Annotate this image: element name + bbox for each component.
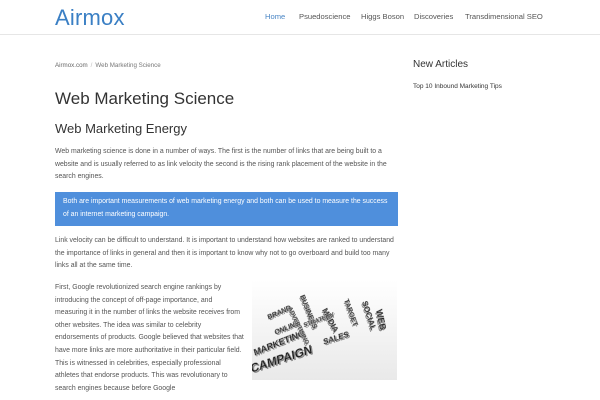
nav-item-psuedoscience[interactable]: Psuedoscience <box>299 12 351 21</box>
nav-item-discoveries[interactable]: Discoveries <box>414 12 453 21</box>
article-paragraph-1: Web marketing science is done in a numbe… <box>55 148 387 181</box>
article-subtitle: Web Marketing Energy <box>55 121 187 136</box>
breadcrumb: Airmox.com / Web Marketing Science <box>55 62 161 69</box>
breadcrumb-current: Web Marketing Science <box>95 62 161 69</box>
nav-item-transdimensional-seo[interactable]: Transdimensional SEO <box>465 12 543 21</box>
sidebar-article-link[interactable]: Top 10 Inbound Marketing Tips <box>413 83 502 90</box>
site-header: Airmox Home Psuedoscience Higgs Boson Di… <box>0 0 600 35</box>
breadcrumb-home-link[interactable]: Airmox.com <box>55 62 88 69</box>
article-paragraph-3: First, Google revolutionized search engi… <box>55 284 244 392</box>
site-logo[interactable]: Airmox <box>55 5 125 31</box>
breadcrumb-separator: / <box>90 62 93 69</box>
sidebar-title: New Articles <box>413 59 469 70</box>
marketing-word-cloud-image: CAMPAIGNCAMPAIGNMEDIAMEDIA TARGETTARGETMA… <box>252 280 397 380</box>
nav-item-home[interactable]: Home <box>265 12 285 21</box>
nav-item-higgs-boson[interactable]: Higgs Boson <box>361 12 404 21</box>
article-paragraph-2: Link velocity can be difficult to unders… <box>55 237 394 270</box>
highlight-callout: Both are important measurements of web m… <box>55 192 398 226</box>
page-title: Web Marketing Science <box>55 89 235 108</box>
